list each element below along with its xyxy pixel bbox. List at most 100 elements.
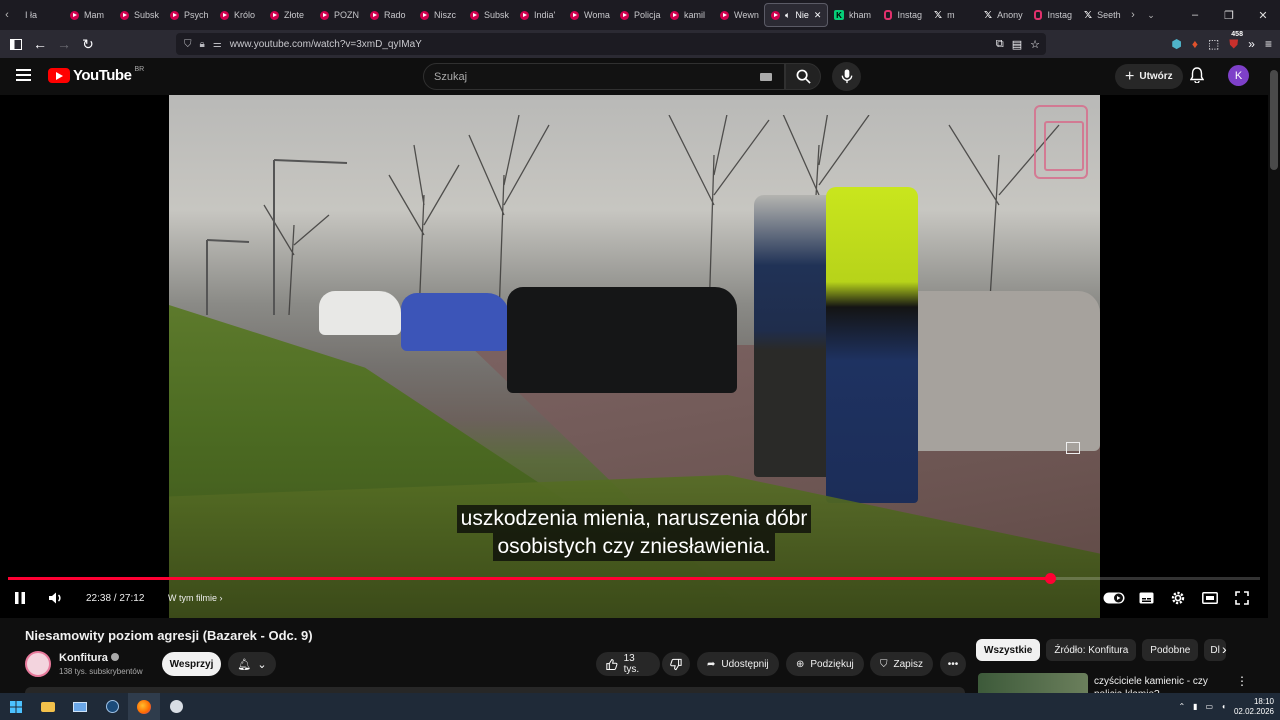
- browser-tab[interactable]: Subsk: [114, 3, 164, 27]
- picture-in-picture-icon[interactable]: [1066, 442, 1080, 454]
- reload-icon[interactable]: ↻: [76, 32, 100, 56]
- channel-avatar[interactable]: [25, 651, 51, 677]
- app-icon[interactable]: [160, 693, 192, 720]
- browser-tab[interactable]: Instag: [878, 3, 928, 27]
- dislike-button[interactable]: [662, 652, 690, 676]
- guide-menu-icon[interactable]: [16, 69, 31, 81]
- sidebar-toggle-icon[interactable]: [4, 32, 28, 56]
- recommendation-title[interactable]: czyściciele kamienic - czy policja kłami…: [1094, 675, 1234, 693]
- browser-tab[interactable]: Wewn: [714, 3, 764, 27]
- thanks-button[interactable]: ⊕ Podziękuj: [786, 652, 864, 676]
- browser-tab[interactable]: 𝕏m: [928, 3, 978, 27]
- chapter-button[interactable]: W tym filmie ›: [168, 593, 223, 603]
- ublock-extension-icon[interactable]: ⛊ 458: [1229, 31, 1243, 52]
- pause-button[interactable]: [14, 591, 26, 608]
- search-button[interactable]: [785, 63, 821, 90]
- browser-tab[interactable]: Złote: [264, 3, 314, 27]
- settings-button[interactable]: [1170, 590, 1186, 609]
- more-actions-button[interactable]: •••: [940, 652, 966, 676]
- like-button[interactable]: 13 tys.: [596, 652, 660, 676]
- filter-chip[interactable]: Wszystkie: [976, 639, 1041, 661]
- recommendation-more-icon[interactable]: ⋮: [1236, 674, 1248, 688]
- theater-mode-button[interactable]: [1202, 592, 1218, 607]
- browser-tab[interactable]: 🔈︎ Nie ✕: [764, 3, 828, 27]
- mute-button[interactable]: [48, 591, 64, 608]
- browser-tab[interactable]: I ła: [14, 3, 64, 27]
- channel-name-text[interactable]: Konfitura: [59, 652, 108, 664]
- channel-name[interactable]: Konfitura: [59, 652, 119, 664]
- browser-tab[interactable]: Królo: [214, 3, 264, 27]
- overflow-chevron-icon[interactable]: »: [1248, 37, 1255, 51]
- fox-extension-icon[interactable]: ♦: [1192, 37, 1198, 51]
- bookmark-star-icon[interactable]: ☆: [1030, 38, 1040, 51]
- restore-icon[interactable]: ❐: [1212, 9, 1246, 22]
- account-avatar[interactable]: K: [1228, 65, 1249, 86]
- browser-tab[interactable]: POZN: [314, 3, 364, 27]
- filter-chip[interactable]: Źródło: Konfitura: [1046, 639, 1137, 661]
- fullscreen-button[interactable]: [1235, 591, 1249, 608]
- browser-tab[interactable]: India': [514, 3, 564, 27]
- lock-icon[interactable]: 🔒︎: [200, 39, 205, 50]
- browser-tab[interactable]: Mam: [64, 3, 114, 27]
- chips-next-icon[interactable]: ›: [1222, 641, 1227, 657]
- browser-tab[interactable]: Instag: [1028, 3, 1078, 27]
- tab-list-chevron-icon[interactable]: ⌄: [1142, 3, 1160, 27]
- video-player[interactable]: uszkodzenia mienia, naruszenia dóbr osob…: [0, 95, 1268, 618]
- autoplay-toggle[interactable]: [1103, 592, 1125, 607]
- scrubber-handle[interactable]: [1044, 573, 1056, 584]
- notifications-bell-icon[interactable]: [1189, 67, 1205, 88]
- back-icon[interactable]: ←: [28, 32, 52, 56]
- browser-tab[interactable]: Rado: [364, 3, 414, 27]
- pip-page-icon[interactable]: ⧉: [996, 38, 1004, 51]
- browser-tab[interactable]: kamil: [664, 3, 714, 27]
- notifications-button[interactable]: 🔔︎ ⌄: [228, 652, 276, 676]
- address-bar[interactable]: ⛉ 🔒︎ ⚌ www.youtube.com/watch?v=3xmD_qyIM…: [176, 33, 1046, 55]
- browser-tab[interactable]: Policja: [614, 3, 664, 27]
- keyboard-icon[interactable]: [760, 73, 772, 81]
- tab-audio-icon[interactable]: 🔈︎: [785, 10, 790, 21]
- browser-tab[interactable]: Subsk: [464, 3, 514, 27]
- support-button[interactable]: Wesprzyj: [162, 652, 221, 676]
- menu-icon[interactable]: ≡: [1265, 37, 1272, 51]
- recommendation-thumbnail[interactable]: [978, 673, 1088, 693]
- browser-tab[interactable]: Kkham: [828, 3, 878, 27]
- browser-tab[interactable]: Niszc: [414, 3, 464, 27]
- url-text[interactable]: www.youtube.com/watch?v=3xmD_qyIMaY: [230, 39, 422, 50]
- reader-icon[interactable]: ▤: [1012, 38, 1022, 51]
- clock[interactable]: 18:10 02.02.2026: [1234, 697, 1274, 717]
- firefox-icon[interactable]: [128, 693, 160, 720]
- permissions-icon[interactable]: ⚌: [213, 39, 222, 50]
- browser-tab[interactable]: Psych: [164, 3, 214, 27]
- share-button[interactable]: ➦ Udostępnij: [697, 652, 779, 676]
- scrollbar-thumb[interactable]: [1270, 70, 1278, 170]
- windows-start-icon[interactable]: [0, 693, 32, 720]
- subtitles-button[interactable]: [1139, 592, 1154, 607]
- file-explorer-icon[interactable]: [32, 693, 64, 720]
- close-window-icon[interactable]: ✕: [1246, 9, 1280, 22]
- filter-chip[interactable]: Podobne: [1142, 639, 1199, 661]
- create-button[interactable]: + Utwórz: [1115, 64, 1183, 89]
- computer-icon[interactable]: [64, 693, 96, 720]
- tab-scroll-left-icon[interactable]: ‹: [0, 3, 14, 27]
- forward-icon[interactable]: →: [52, 32, 76, 56]
- channel-watermark-icon[interactable]: [1034, 105, 1088, 179]
- network-icon[interactable]: ▭: [1206, 702, 1214, 711]
- browser-tab[interactable]: 𝕏 Seeth: [1078, 3, 1124, 27]
- youtube-logo[interactable]: YouTube BR: [48, 66, 144, 84]
- progress-bar[interactable]: [8, 573, 1260, 584]
- close-tab-icon[interactable]: ✕: [814, 10, 822, 21]
- steam-icon[interactable]: [96, 693, 128, 720]
- save-button[interactable]: ⛉ Zapisz: [870, 652, 933, 676]
- minimize-icon[interactable]: –: [1178, 9, 1212, 21]
- search-input[interactable]: Szukaj: [423, 63, 785, 90]
- vpn-extension-icon[interactable]: ⬢: [1171, 37, 1181, 51]
- tray-expand-icon[interactable]: ⌃: [1178, 702, 1185, 711]
- tab-scroll-right-icon[interactable]: ›: [1124, 3, 1142, 27]
- shield-icon[interactable]: ⛉: [184, 39, 192, 50]
- browser-tab[interactable]: 𝕏 Anony: [978, 3, 1028, 27]
- browser-tab[interactable]: Woma: [564, 3, 614, 27]
- voice-search-button[interactable]: [832, 62, 861, 91]
- puzzle-extension-icon[interactable]: ⬚: [1208, 37, 1219, 51]
- page-scrollbar[interactable]: [1268, 58, 1280, 693]
- microphone-tray-icon[interactable]: ▮: [1193, 702, 1197, 711]
